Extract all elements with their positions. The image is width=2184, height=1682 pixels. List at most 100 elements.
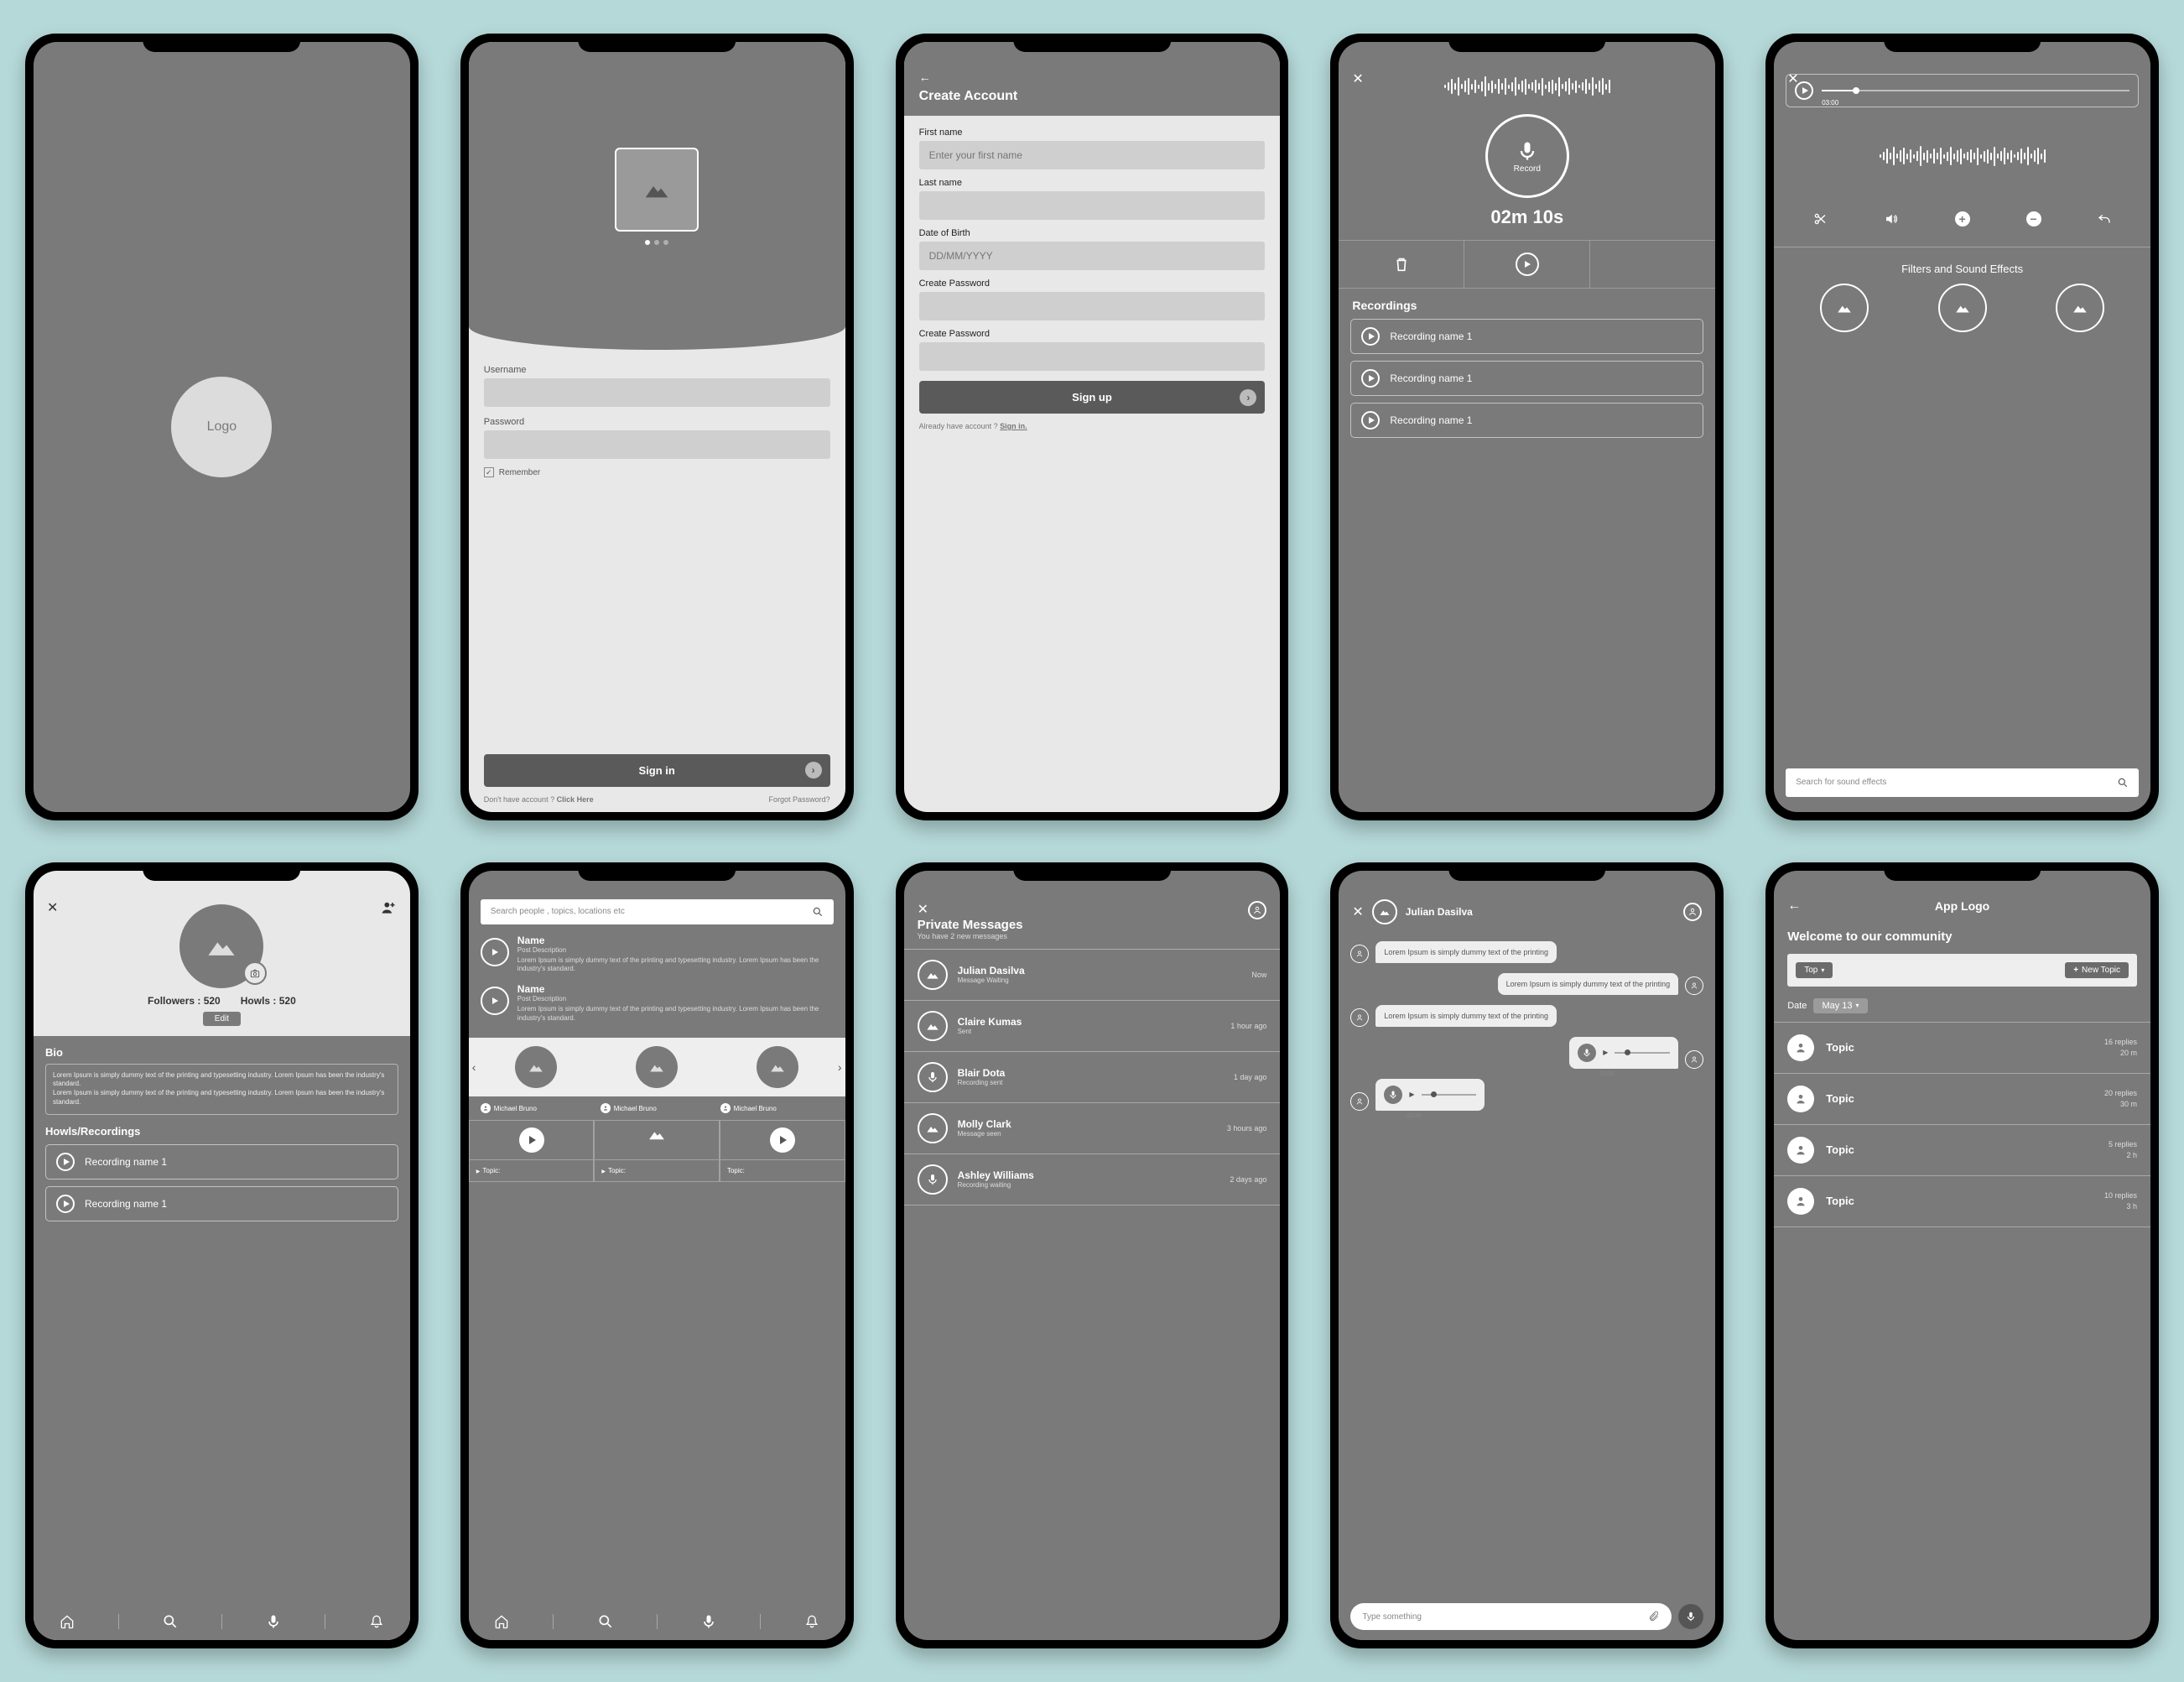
message-row[interactable]: Claire KumasSent1 hour ago xyxy=(904,1001,1281,1052)
voice-message[interactable]: ▶03:00 xyxy=(1569,1037,1678,1069)
chevron-right-icon: › xyxy=(805,762,822,779)
avatar[interactable] xyxy=(179,904,263,988)
filters-title: Filters and Sound Effects xyxy=(1774,254,2150,284)
delete-button[interactable] xyxy=(1339,241,1464,288)
recording-item[interactable]: Recording name 1 xyxy=(1350,319,1703,354)
sort-dropdown[interactable]: Top▾ xyxy=(1796,962,1833,978)
nav-search[interactable] xyxy=(597,1613,614,1630)
filter-preset[interactable] xyxy=(2056,284,2104,332)
feed-card[interactable] xyxy=(469,1120,595,1160)
topic-row[interactable]: Topic20 replies30 m xyxy=(1774,1074,2150,1125)
feed-item[interactable]: NamePost DescriptionLorem Ipsum is simpl… xyxy=(469,935,845,984)
topic-row[interactable]: Topic5 replies2 h xyxy=(1774,1125,2150,1176)
carousel-dots[interactable] xyxy=(645,240,668,245)
feed-card[interactable] xyxy=(720,1120,845,1160)
carousel-image[interactable] xyxy=(615,148,699,232)
topic-row[interactable]: Topic16 replies20 m xyxy=(1774,1023,2150,1074)
chevron-right-icon[interactable]: › xyxy=(838,1060,842,1074)
user-chip[interactable]: Michael Bruno xyxy=(720,1103,834,1113)
close-button[interactable]: ✕ xyxy=(1352,70,1363,87)
account-button[interactable] xyxy=(1248,901,1266,919)
story-item[interactable] xyxy=(515,1046,557,1088)
remember-checkbox[interactable]: ✓ xyxy=(484,467,494,477)
player[interactable]: 03:00 xyxy=(1786,74,2139,107)
account-button[interactable] xyxy=(1683,903,1702,921)
nav-record[interactable] xyxy=(265,1613,282,1630)
recording-item[interactable]: Recording name 1 xyxy=(1350,361,1703,396)
story-carousel[interactable]: ‹ › xyxy=(469,1038,845,1096)
firstname-input[interactable] xyxy=(919,141,1266,169)
nav-record[interactable] xyxy=(700,1613,717,1630)
progress-track[interactable] xyxy=(1822,90,2129,91)
user-chip[interactable]: Michael Bruno xyxy=(601,1103,714,1113)
close-button[interactable]: ✕ xyxy=(47,899,58,916)
cut-button[interactable] xyxy=(1812,211,1828,227)
nav-notifications[interactable] xyxy=(368,1613,385,1630)
message-row[interactable]: Ashley WilliamsRecording waiting2 days a… xyxy=(904,1154,1281,1206)
play-button[interactable] xyxy=(1361,327,1380,346)
avatar[interactable] xyxy=(1372,899,1397,924)
chevron-left-icon[interactable]: ‹ xyxy=(472,1060,476,1074)
nav-notifications[interactable] xyxy=(803,1613,820,1630)
play-button[interactable] xyxy=(56,1153,75,1171)
filter-preset[interactable] xyxy=(1820,284,1869,332)
feed-card[interactable] xyxy=(594,1120,720,1160)
message-row[interactable]: Blair DotaRecording sent1 day ago xyxy=(904,1052,1281,1103)
confirm-password-input[interactable] xyxy=(919,342,1266,371)
play-button[interactable] xyxy=(481,987,509,1015)
message-row[interactable]: Julian DasilvaMessage WaitingNow xyxy=(904,950,1281,1001)
close-button[interactable]: ✕ xyxy=(1787,70,1798,87)
dob-input[interactable] xyxy=(919,242,1266,270)
attach-icon[interactable] xyxy=(1648,1611,1660,1622)
play-button[interactable] xyxy=(481,938,509,966)
play-button[interactable] xyxy=(1361,369,1380,388)
username-input[interactable] xyxy=(484,378,830,407)
password-input[interactable] xyxy=(484,430,830,459)
record-button[interactable]: Record xyxy=(1485,114,1569,198)
voice-message[interactable]: ▶03:00 xyxy=(1375,1079,1485,1111)
lastname-input[interactable] xyxy=(919,191,1266,220)
play-button[interactable] xyxy=(1361,411,1380,430)
signup-button[interactable]: Sign up› xyxy=(919,381,1266,414)
signup-link[interactable]: Click Here xyxy=(557,795,594,804)
search-input[interactable]: Search people , topics, locations etc xyxy=(481,899,834,924)
recording-item[interactable]: Recording name 1 xyxy=(1350,403,1703,438)
edit-button[interactable]: Edit xyxy=(203,1012,241,1026)
back-button[interactable]: ← xyxy=(919,70,1266,84)
add-user-button[interactable] xyxy=(380,899,397,916)
nav-home[interactable] xyxy=(59,1613,75,1630)
forgot-password-link[interactable]: Forgot Password? xyxy=(769,795,830,804)
filter-preset[interactable] xyxy=(1938,284,1987,332)
volume-button[interactable] xyxy=(1884,211,1899,227)
record-label: Record xyxy=(1514,164,1541,174)
compose-input[interactable]: Type something xyxy=(1350,1603,1672,1630)
avatar xyxy=(1350,1008,1369,1027)
close-button[interactable]: ✕ xyxy=(1352,903,1363,920)
recording-name: Recording name 1 xyxy=(1390,331,1472,342)
close-button[interactable]: ✕ xyxy=(918,901,928,918)
story-item[interactable] xyxy=(636,1046,678,1088)
image-icon xyxy=(647,1061,666,1073)
search-effects-input[interactable]: Search for sound effects xyxy=(1786,768,2139,797)
remove-button[interactable]: − xyxy=(2026,211,2041,227)
story-item[interactable] xyxy=(757,1046,798,1088)
change-photo-button[interactable] xyxy=(243,961,267,985)
play-button[interactable] xyxy=(56,1195,75,1213)
signin-link[interactable]: Sign in. xyxy=(1000,422,1027,430)
message-row[interactable]: Molly ClarkMessage seen3 hours ago xyxy=(904,1103,1281,1154)
new-topic-button[interactable]: +New Topic xyxy=(2065,962,2129,978)
play-button[interactable] xyxy=(1464,241,1590,288)
signin-button[interactable]: Sign in › xyxy=(484,754,830,787)
add-button[interactable]: + xyxy=(1955,211,1970,227)
topic-row[interactable]: Topic10 replies3 h xyxy=(1774,1176,2150,1227)
undo-button[interactable] xyxy=(2097,211,2112,227)
recording-item[interactable]: Recording name 1 xyxy=(45,1186,398,1221)
password-input[interactable] xyxy=(919,292,1266,320)
user-chip[interactable]: Michael Bruno xyxy=(481,1103,594,1113)
back-button[interactable]: ← xyxy=(1787,898,1801,914)
recording-item[interactable]: Recording name 1 xyxy=(45,1144,398,1179)
nav-search[interactable] xyxy=(162,1613,179,1630)
feed-item[interactable]: NamePost DescriptionLorem Ipsum is simpl… xyxy=(469,983,845,1033)
nav-home[interactable] xyxy=(493,1613,510,1630)
date-dropdown[interactable]: May 13▾ xyxy=(1813,998,1867,1013)
